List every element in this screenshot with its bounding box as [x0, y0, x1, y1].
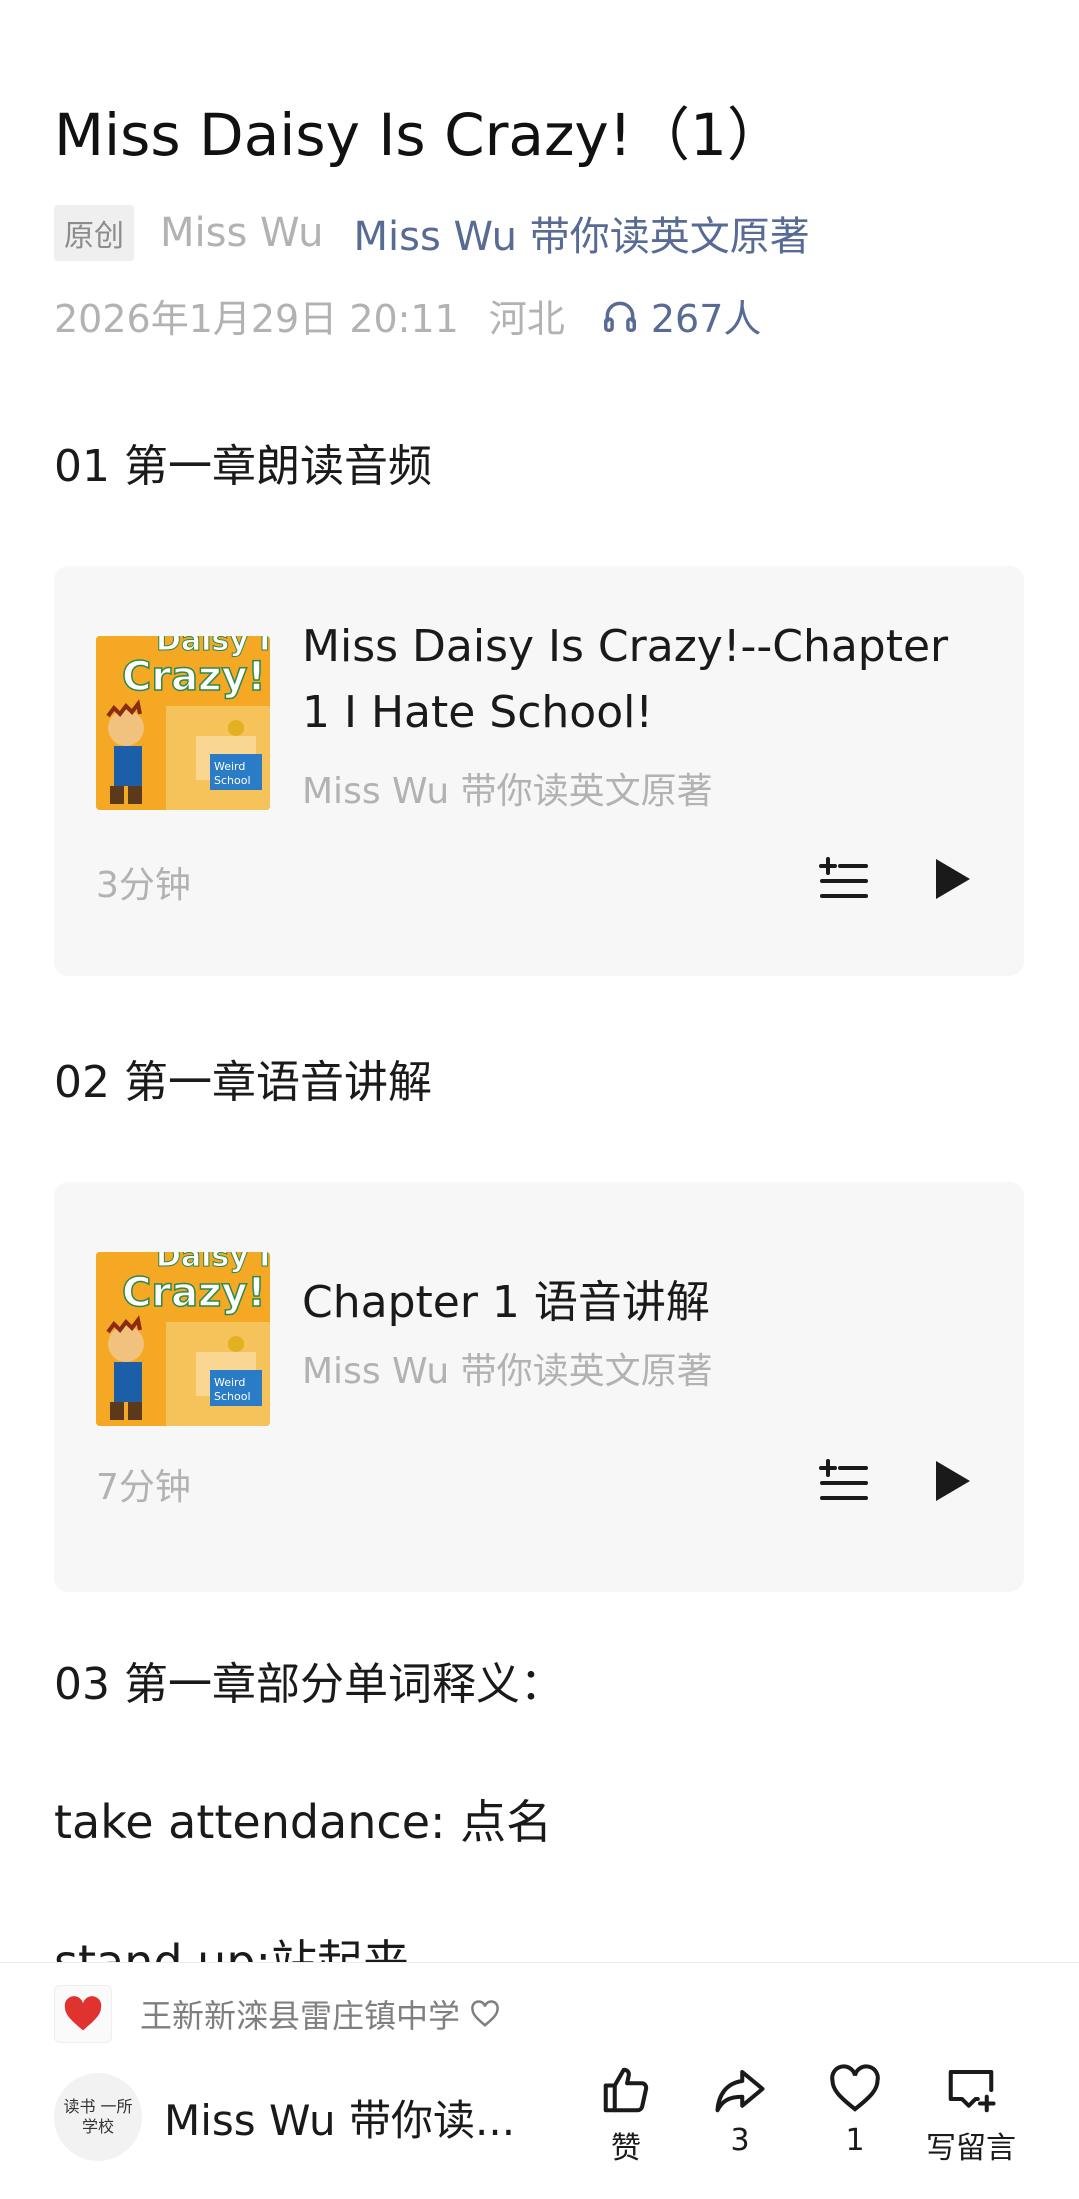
book-cover-icon: Daisy Is Crazy! Weird School — [96, 1252, 270, 1426]
account-row[interactable]: 读书 一所学校 Miss Wu 带你读... — [54, 2073, 515, 2161]
audio-duration: 3分钟 — [96, 865, 191, 906]
publish-date: 2026年1月29日 20:11 — [54, 297, 459, 341]
headphones-icon — [603, 301, 636, 332]
playlist-add-icon — [819, 857, 868, 898]
location: 河北 — [488, 297, 565, 341]
share-button[interactable]: 3 — [685, 2063, 795, 2158]
section-heading: 02 第一章语音讲解 — [54, 1057, 432, 1108]
section-heading: 03 第一章部分单词释义： — [54, 1659, 564, 1710]
playlist-add-icon — [819, 1459, 868, 1500]
avatar[interactable]: 读书 一所学校 — [54, 2073, 142, 2161]
audio-title: Miss Daisy Is Crazy!--Chapter 1 I Hate S… — [302, 614, 992, 746]
play-icon — [936, 1461, 970, 1501]
audio-card[interactable]: Daisy Is Crazy! Weird School Chapter 1 语… — [54, 1182, 1024, 1592]
avatar-text: 读书 一所学校 — [63, 2097, 133, 2136]
audio-card[interactable]: Daisy Is Crazy! Weird School Miss Daisy … — [54, 566, 1024, 976]
comment-icon — [948, 2069, 996, 2113]
thumbs-up-icon — [603, 2067, 649, 2113]
svg-text:Crazy!: Crazy! — [122, 1270, 266, 1316]
liker-name: 王新新滦县雷庄镇中学 — [140, 1997, 461, 2035]
article-meta-secondary: 2026年1月29日 20:11 河北 267人 — [54, 288, 761, 343]
bottom-bar: 王新新滦县雷庄镇中学 读书 一所学校 Miss Wu 带你读... 赞 3 1 — [0, 1962, 1079, 2199]
add-to-playlist-button[interactable] — [814, 849, 874, 909]
section-heading: 01 第一章朗读音频 — [54, 441, 432, 492]
add-to-playlist-button[interactable] — [814, 1451, 874, 1511]
share-icon — [715, 2069, 765, 2113]
svg-text:Weird: Weird — [214, 1376, 245, 1389]
heart-icon — [830, 2064, 880, 2112]
original-badge: 原创 — [54, 205, 134, 261]
like-label: 赞 — [611, 2131, 641, 2166]
play-icon — [936, 859, 970, 899]
recommend-button[interactable]: 1 — [800, 2063, 910, 2158]
account-name: Miss Wu 带你读... — [164, 2095, 516, 2145]
share-count: 3 — [730, 2123, 750, 2158]
listen-count[interactable]: 267人 — [601, 288, 762, 343]
svg-text:School: School — [214, 774, 251, 787]
play-button[interactable] — [922, 1451, 982, 1511]
article-title: Miss Daisy Is Crazy!（1） — [54, 101, 785, 169]
liker-row: 王新新滦县雷庄镇中学 — [54, 1985, 500, 2043]
svg-text:Crazy!: Crazy! — [122, 654, 266, 700]
account-link[interactable]: Miss Wu 带你读英文原著 — [354, 204, 810, 262]
comment-label: 写留言 — [926, 2131, 1016, 2166]
vocab-line: take attendance: 点名 — [54, 1795, 553, 1849]
audio-duration: 7分钟 — [96, 1467, 191, 1508]
recommend-count: 1 — [845, 2123, 865, 2158]
like-button[interactable]: 赞 — [571, 2063, 681, 2167]
red-heart-icon — [54, 1985, 112, 2043]
audio-source: Miss Wu 带你读英文原著 — [302, 1351, 713, 1392]
listen-count-text: 267人 — [650, 297, 762, 341]
svg-text:School: School — [214, 1390, 251, 1403]
audio-title: Chapter 1 语音讲解 — [302, 1277, 710, 1328]
play-button[interactable] — [922, 849, 982, 909]
audio-source: Miss Wu 带你读英文原著 — [302, 771, 713, 812]
svg-text:Weird: Weird — [214, 760, 245, 773]
author-name: Miss Wu — [160, 210, 324, 256]
heart-outline-icon — [471, 2000, 499, 2027]
audio-title-line: 1 I Hate School! — [302, 687, 654, 738]
comment-button[interactable]: 写留言 — [916, 2063, 1026, 2167]
audio-title-line: Miss Daisy Is Crazy!--Chapter — [302, 621, 949, 672]
article-meta: 原创 Miss Wu Miss Wu 带你读英文原著 — [54, 204, 810, 262]
book-cover-icon: Daisy Is Crazy! Weird School — [96, 636, 270, 810]
